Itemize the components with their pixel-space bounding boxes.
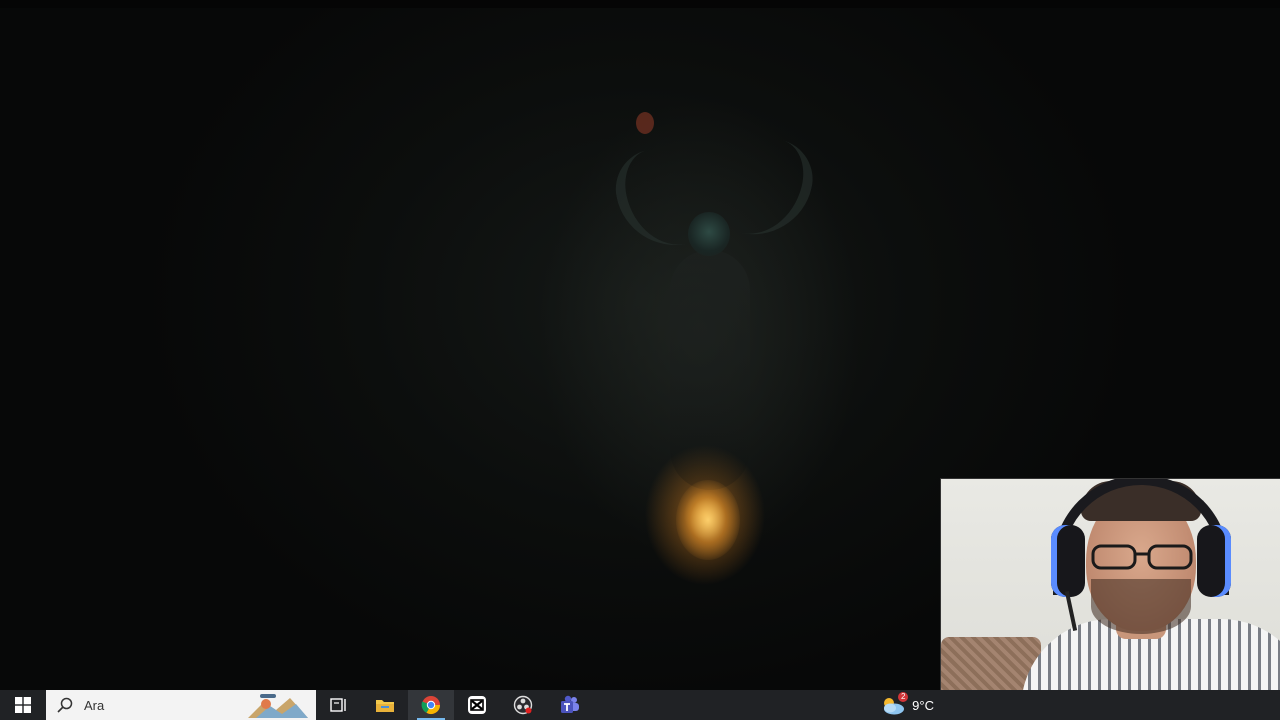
file-explorer-icon	[376, 700, 394, 712]
obs-recorder-button[interactable]	[500, 690, 546, 720]
distant-red-light	[636, 112, 654, 134]
search-highlight-art-icon[interactable]	[246, 692, 310, 718]
webcam-headset-left-earcup	[1051, 525, 1085, 597]
webcam-headset-mic	[1064, 591, 1078, 631]
search-input-text: Ara	[84, 697, 105, 713]
webcam-overlay	[940, 478, 1280, 720]
top-dark-band	[0, 0, 1280, 8]
teams-button[interactable]	[546, 690, 592, 720]
system-tray: 2 9°C	[880, 690, 934, 720]
task-view-button[interactable]	[316, 690, 362, 720]
temperature-text[interactable]: 9°C	[912, 698, 934, 713]
task-view-icon	[330, 698, 346, 712]
webcam-headset-right-earcup	[1197, 525, 1231, 597]
weather-widget[interactable]: 2	[880, 692, 909, 716]
chrome-icon	[421, 696, 440, 715]
figure-left-arm	[608, 143, 698, 257]
taskbar-search-box[interactable]: Ara	[46, 690, 316, 720]
chrome-button[interactable]	[408, 690, 454, 720]
windows-logo-icon	[15, 697, 31, 713]
fire-glow	[676, 480, 740, 560]
capcut-button[interactable]	[454, 690, 500, 720]
desktop-screen: Ara 2 9°C	[0, 0, 1280, 720]
weather-alert-badge: 2	[898, 692, 909, 702]
figure-head	[688, 212, 730, 256]
obs-recorder-icon	[513, 695, 533, 715]
search-icon	[57, 697, 73, 713]
capcut-icon	[468, 696, 486, 714]
start-button[interactable]	[0, 690, 46, 720]
file-explorer-button[interactable]	[362, 690, 408, 720]
teams-icon	[561, 695, 579, 713]
figure-body	[670, 250, 750, 490]
figure-right-arm	[728, 133, 822, 247]
taskbar: Ara 2 9°C	[0, 690, 1280, 720]
